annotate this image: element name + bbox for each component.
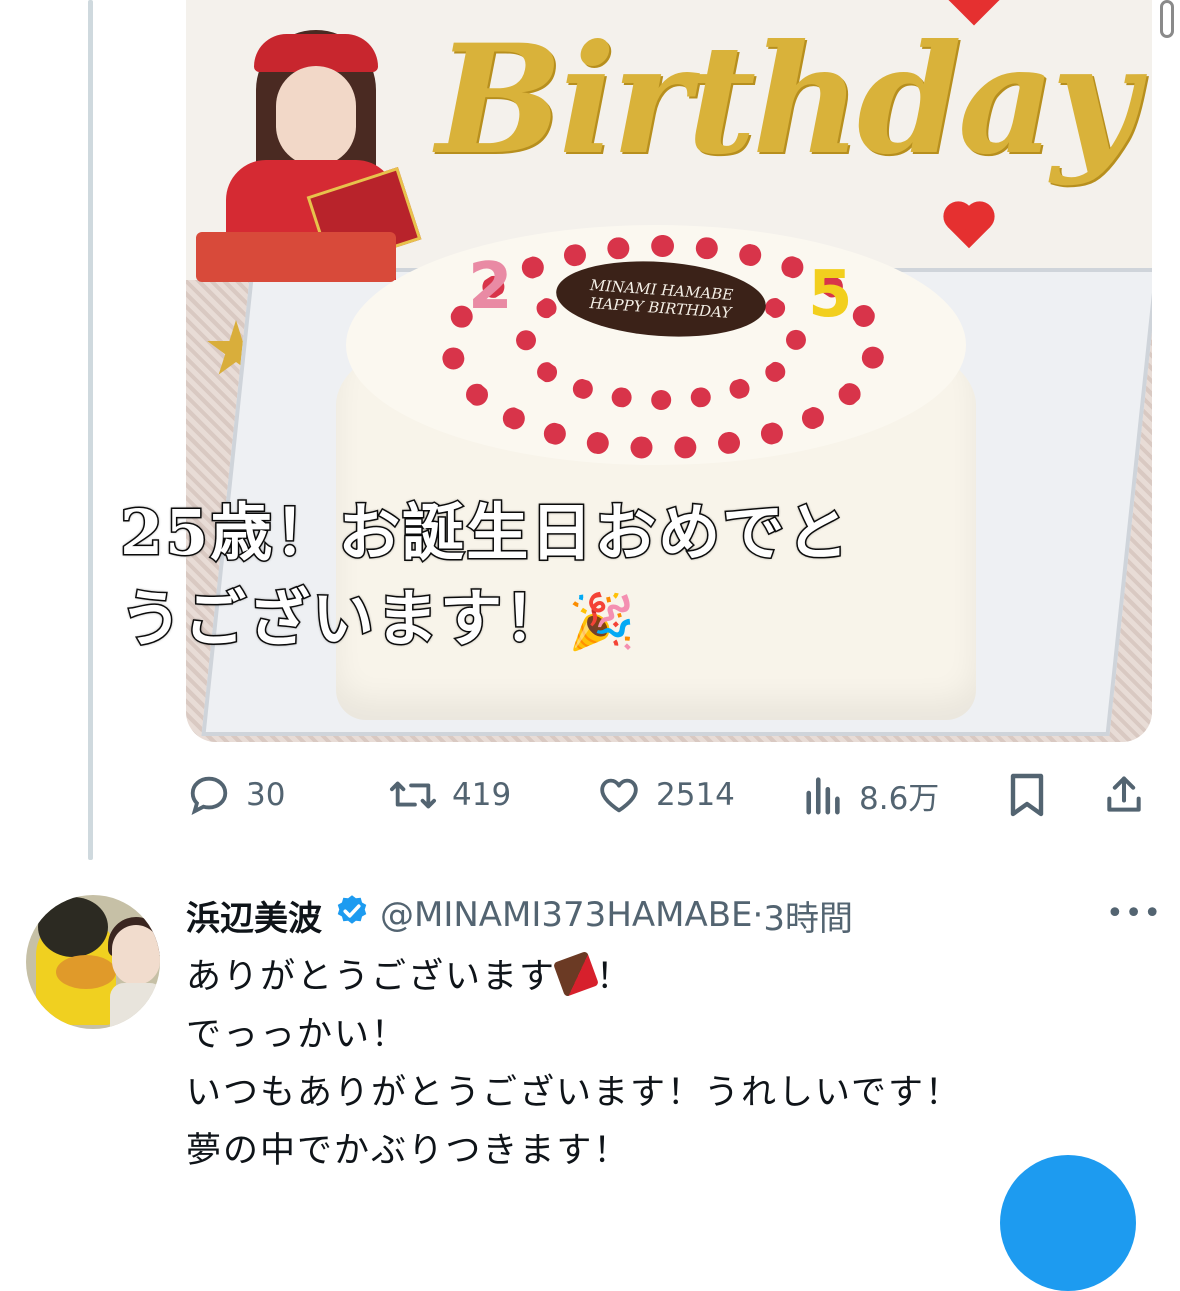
birthday-banner: Birthday: [436, 12, 1138, 188]
views-button[interactable]: 8.6万: [803, 772, 939, 818]
more-options-icon[interactable]: •••: [1106, 896, 1162, 931]
heart-icon: [600, 778, 638, 813]
avatar-mascot-head: [38, 897, 108, 957]
reply-line-1-text: ありがとうございます: [186, 957, 557, 997]
tweet-action-bar: 30 419 2514 8.6万: [186, 768, 1152, 822]
view-count: 8.6万: [859, 780, 940, 817]
avatar[interactable]: [26, 895, 160, 1029]
share-button[interactable]: [1102, 772, 1146, 818]
candle-two: 2: [468, 250, 513, 324]
speech-bubble-icon: [190, 776, 228, 816]
like-count: 2514: [656, 777, 735, 813]
reply-line-1-end: ！: [596, 957, 634, 997]
like-button[interactable]: 2514: [596, 772, 735, 818]
reply-line-2: でっっかい！: [186, 1015, 409, 1055]
retweet-count: 419: [452, 777, 512, 813]
post-time[interactable]: 3時間: [763, 891, 853, 940]
scrollbar-thumb[interactable]: [1160, 0, 1174, 38]
media-caption-overlay: 25歳！お誕生日おめでと うございます！🎉: [118, 490, 1080, 664]
verified-badge-icon: [334, 893, 370, 938]
share-icon: [1107, 776, 1141, 812]
reply-line-4: 夢の中でかぶりつきます！: [186, 1131, 631, 1171]
avatar-person-face: [112, 925, 160, 985]
bookmark-icon: [1010, 773, 1044, 817]
caption-line-1: 25歳！お誕生日おめでと: [119, 495, 851, 571]
standee-face: [276, 66, 356, 166]
bar-chart-icon: [806, 777, 840, 815]
reply-line-1: ありがとうございます ！: [186, 948, 1086, 1006]
retweet-icon: [389, 781, 436, 809]
avatar-person-shirt: [110, 983, 160, 1029]
reply-button[interactable]: 30: [186, 772, 285, 818]
caption-line-2-text: うございます！: [118, 581, 569, 657]
party-popper-icon: 🎉: [568, 589, 638, 653]
header-separator: ·: [752, 895, 764, 935]
bookmark-button[interactable]: [1006, 771, 1048, 819]
reply-line-3: いつもありがとうございます！うれしいです！: [186, 1073, 962, 1113]
chocolate-bar-icon: [552, 950, 600, 998]
retweet-button[interactable]: 419: [388, 772, 511, 818]
avatar-mascot-beak: [56, 955, 116, 989]
user-handle[interactable]: @MINAMI373HAMABE: [380, 895, 753, 935]
thread-connector-line: [88, 0, 93, 860]
reply-header: 浜辺美波 @MINAMI373HAMABE · 3時間 •••: [186, 891, 1166, 940]
candle-five: 5: [808, 258, 853, 332]
reply-count: 30: [246, 777, 286, 813]
reply-text: ありがとうございます ！ でっっかい！ いつもありがとうございます！うれしいです！…: [186, 948, 1086, 1180]
sweets-tray: [196, 232, 396, 282]
caption-line-2: うございます！🎉: [118, 576, 1080, 664]
compose-button[interactable]: [1000, 1155, 1136, 1291]
display-name[interactable]: 浜辺美波: [186, 891, 322, 940]
